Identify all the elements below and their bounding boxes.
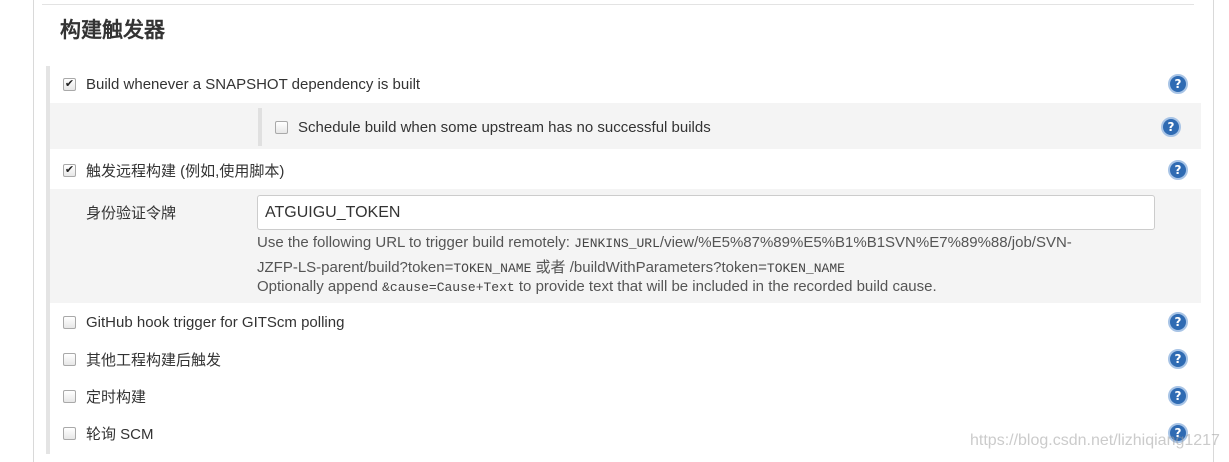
- github-label[interactable]: GitHub hook trigger for GITScm polling: [86, 314, 344, 331]
- url-path-part: /buildWithParameters?token=: [569, 259, 767, 276]
- checkmark-icon: ✔: [64, 163, 75, 176]
- after-other-label[interactable]: 其他工程构建后触发: [86, 349, 221, 370]
- section-divider: [42, 4, 1194, 5]
- trigger-poll-scm-row: 轮询 SCM: [63, 422, 154, 444]
- nested-indent-bar: [258, 108, 262, 146]
- section-title: 构建触发器: [60, 18, 165, 42]
- token-name-code: TOKEN_NAME: [766, 261, 845, 276]
- desc-prefix: Use the following URL to trigger build r…: [257, 234, 575, 251]
- snapshot-label[interactable]: Build whenever a SNAPSHOT dependency is …: [86, 76, 420, 93]
- jenkins-url-code: JENKINS_URL: [574, 236, 660, 251]
- options-indent-bar-lower: [46, 304, 50, 454]
- remote-url-line-1: Use the following URL to trigger build r…: [257, 234, 1072, 251]
- trigger-periodic-row: 定时构建: [63, 385, 146, 407]
- panel-right-border: [1213, 0, 1214, 462]
- url-path-part: JZFP-LS-parent/build?token=: [257, 259, 454, 276]
- periodic-checkbox[interactable]: [63, 389, 76, 403]
- token-name-code: TOKEN_NAME: [453, 261, 532, 276]
- poll-scm-label[interactable]: 轮询 SCM: [86, 423, 154, 444]
- cause-code: &cause=Cause+Text: [382, 280, 515, 295]
- append-suffix: to provide text that will be included in…: [514, 278, 937, 295]
- watermark-text: https://blog.csdn.net/lizhiqiang1217: [970, 432, 1220, 449]
- url-path-part: /view/%E5%87%89%E5%B1%B1SVN%E7%89%88/job…: [659, 234, 1072, 251]
- remote-checkbox[interactable]: ✔: [63, 163, 76, 177]
- trigger-after-other-row: 其他工程构建后触发: [63, 348, 221, 370]
- token-field-label: 身份验证令牌: [86, 205, 177, 222]
- cause-hint-line: Optionally append &cause=Cause+Text to p…: [257, 278, 937, 295]
- trigger-snapshot-row: ✔ Build whenever a SNAPSHOT dependency i…: [63, 73, 420, 95]
- after-other-checkbox[interactable]: [63, 352, 76, 366]
- checkmark-icon: ✔: [64, 77, 75, 90]
- help-icon[interactable]: ?: [1168, 312, 1188, 332]
- trigger-remote-row: ✔ 触发远程构建 (例如,使用脚本): [63, 159, 284, 181]
- github-checkbox[interactable]: [63, 315, 76, 329]
- trigger-upstream-row: Schedule build when some upstream has no…: [275, 116, 711, 138]
- remote-label[interactable]: 触发远程构建 (例如,使用脚本): [86, 160, 284, 181]
- periodic-label[interactable]: 定时构建: [86, 386, 146, 407]
- trigger-github-row: GitHub hook trigger for GITScm polling: [63, 311, 344, 333]
- help-icon[interactable]: ?: [1168, 349, 1188, 369]
- snapshot-checkbox[interactable]: ✔: [63, 77, 76, 91]
- remote-url-line-2: JZFP-LS-parent/build?token=TOKEN_NAME 或者…: [257, 256, 845, 277]
- help-icon[interactable]: ?: [1168, 386, 1188, 406]
- upstream-label[interactable]: Schedule build when some upstream has no…: [298, 119, 711, 136]
- append-prefix: Optionally append: [257, 278, 383, 295]
- or-text: 或者: [531, 259, 570, 276]
- token-input[interactable]: [257, 195, 1155, 230]
- options-indent-bar: [46, 66, 50, 304]
- upstream-checkbox[interactable]: [275, 120, 288, 134]
- help-icon[interactable]: ?: [1161, 117, 1181, 137]
- poll-scm-checkbox[interactable]: [63, 426, 76, 440]
- panel-left-border: [33, 0, 34, 462]
- help-icon[interactable]: ?: [1168, 74, 1188, 94]
- help-icon[interactable]: ?: [1168, 160, 1188, 180]
